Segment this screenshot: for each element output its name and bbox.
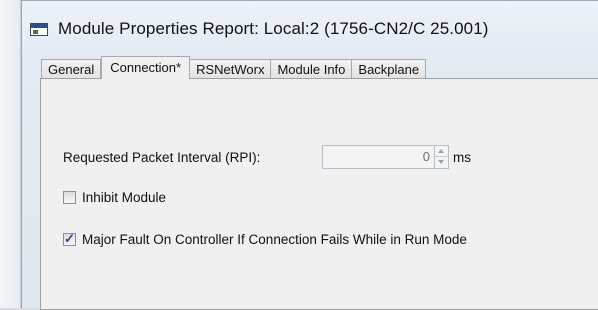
tab-strip: General Connection* RSNetWorx Module Inf…: [41, 56, 427, 79]
inhibit-module-checkbox[interactable]: [63, 191, 76, 204]
inhibit-module-row[interactable]: Inhibit Module: [63, 190, 166, 205]
major-fault-label: Major Fault On Controller If Connection …: [82, 232, 467, 247]
major-fault-row[interactable]: ✓ Major Fault On Controller If Connectio…: [63, 231, 467, 247]
inhibit-module-label: Inhibit Module: [82, 190, 167, 205]
major-fault-checkbox[interactable]: ✓: [63, 231, 76, 246]
rpi-spinner[interactable]: [435, 145, 449, 169]
spin-down-icon[interactable]: [435, 157, 448, 168]
spin-up-icon[interactable]: [435, 146, 448, 157]
rpi-label: Requested Packet Interval (RPI):: [63, 150, 261, 165]
rpi-input[interactable]: 0: [322, 145, 435, 169]
title-bar[interactable]: Module Properties Report: Local:2 (1756-…: [0, 0, 598, 48]
rpi-unit-label: ms: [453, 150, 471, 165]
window-title: Module Properties Report: Local:2 (1756-…: [58, 19, 489, 38]
module-properties-icon[interactable]: [30, 23, 48, 36]
tab-connection[interactable]: Connection*: [101, 56, 191, 79]
checkmark-icon: ✓: [64, 231, 75, 246]
tab-backplane[interactable]: Backplane: [352, 59, 427, 79]
tab-module-info[interactable]: Module Info: [271, 59, 353, 79]
tab-general[interactable]: General: [41, 59, 102, 79]
tab-rsnetworx[interactable]: RSNetWorx: [190, 59, 272, 79]
